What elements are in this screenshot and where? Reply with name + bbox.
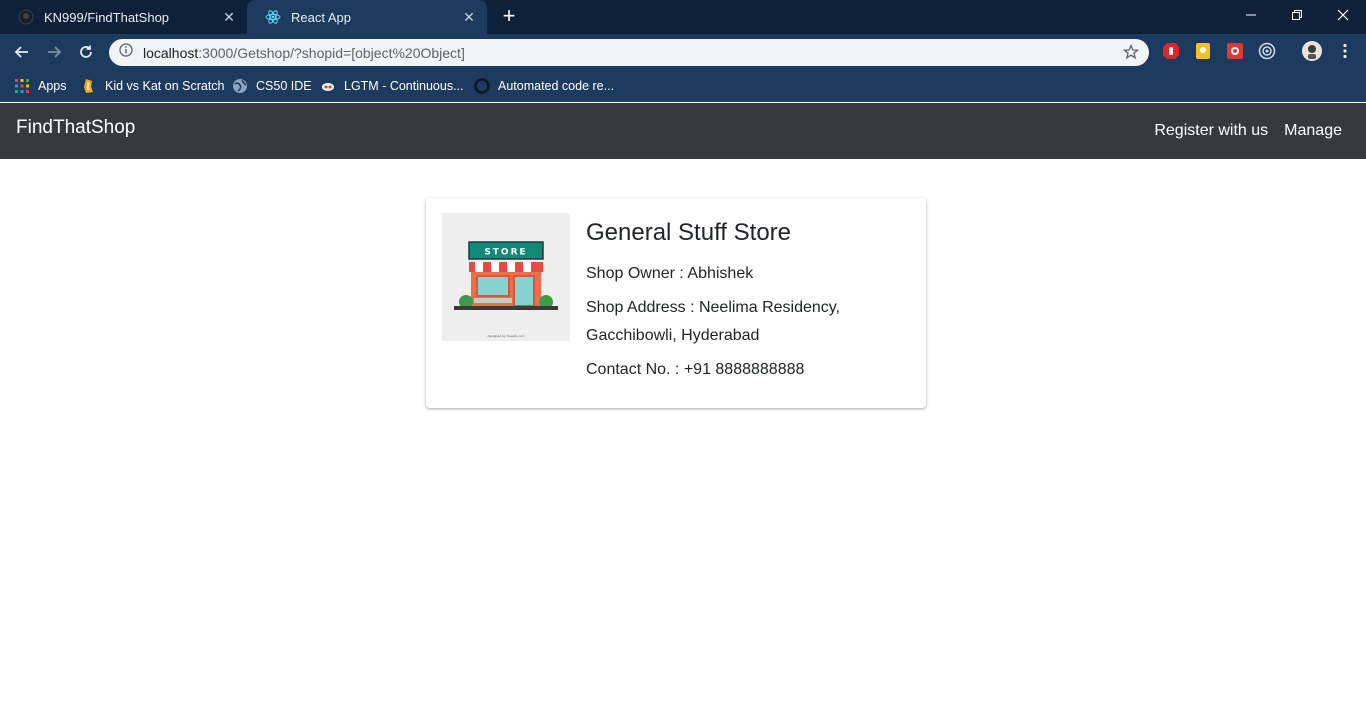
address-bar[interactable]: localhost:3000/Getshop/?shopid=[object%2… [109, 39, 1149, 66]
back-button[interactable] [8, 38, 36, 66]
avatar[interactable] [1302, 41, 1322, 61]
bookmarks-bar: Apps Kid vs Kat on Scratch CS50 IDE LGTM… [0, 70, 1366, 102]
apps-grid-icon [14, 78, 30, 94]
tab-react-app[interactable]: React App ✕ [247, 0, 487, 34]
codacy-icon [474, 78, 490, 94]
shop-name: General Stuff Store [586, 219, 792, 246]
minimize-icon [1246, 14, 1256, 16]
register-link[interactable]: Register with us [1154, 122, 1268, 140]
nav-links: Register with us Manage [1154, 122, 1342, 140]
close-icon[interactable]: ✕ [461, 9, 477, 25]
react-icon [265, 9, 281, 25]
bookmark-label: LGTM - Continuous... [344, 79, 464, 93]
arrow-left-icon [14, 46, 28, 58]
github-icon [18, 9, 34, 25]
close-window-button[interactable] [1320, 0, 1366, 30]
extension-red-icon[interactable] [1226, 42, 1244, 60]
bookmark-label: Apps [38, 79, 67, 93]
url-path: :3000/Getshop/?shopid=[object%20Object] [198, 44, 465, 61]
bookmark-kid-vs-kat[interactable]: Kid vs Kat on Scratch [81, 76, 225, 96]
close-icon [1337, 9, 1349, 21]
app-navbar: FindThatShop Register with us Manage [0, 103, 1366, 159]
star-icon[interactable] [1122, 43, 1140, 60]
reload-icon [80, 45, 92, 58]
restore-icon [1292, 10, 1302, 20]
store-sign-text: STORE [484, 248, 527, 258]
bookmark-lgtm[interactable]: LGTM - Continuous... [320, 76, 464, 96]
adblock-icon[interactable] [1162, 42, 1180, 60]
tab-title: KN999/FindThatShop [44, 9, 170, 25]
restore-button[interactable] [1274, 0, 1320, 30]
bookmark-cs50-ide[interactable]: CS50 IDE [232, 76, 312, 96]
shop-contact: Contact No. : +91 8888888888 [586, 361, 805, 378]
close-icon[interactable]: ✕ [221, 9, 237, 25]
tab-github[interactable]: KN999/FindThatShop ✕ [0, 0, 247, 34]
shop-owner: Shop Owner : Abhishek [586, 265, 754, 282]
shop-info: General Stuff Store Shop Owner : Abhishe… [586, 218, 906, 390]
lgtm-icon [320, 78, 336, 94]
forward-button[interactable] [40, 38, 68, 66]
manage-link[interactable]: Manage [1284, 122, 1342, 140]
tab-strip: KN999/FindThatShop ✕ React App ✕ + [0, 0, 1366, 34]
info-icon[interactable] [119, 43, 133, 62]
bookmark-label: Automated code re... [498, 79, 615, 93]
tab-title: React App [291, 9, 351, 25]
target-icon[interactable] [1258, 42, 1276, 60]
reload-button[interactable] [72, 38, 100, 66]
shop-card: STORE designed by freepik.com General St… [426, 198, 926, 408]
arrow-right-icon [48, 46, 62, 58]
new-tab-button[interactable]: + [498, 5, 520, 28]
minimize-button[interactable] [1228, 0, 1274, 30]
menu-dots-icon[interactable] [1336, 42, 1354, 60]
url-text: localhost:3000/Getshop/?shopid=[object%2… [143, 45, 465, 61]
brand-link[interactable]: FindThatShop [16, 117, 135, 139]
image-credit: designed by freepik.com [487, 334, 524, 338]
url-host: localhost [143, 44, 199, 61]
bookmark-label: CS50 IDE [256, 79, 312, 93]
store-image: STORE designed by freepik.com [442, 213, 570, 341]
bookmark-apps[interactable]: Apps [14, 76, 67, 96]
globe-icon [232, 78, 248, 94]
scratch-icon [81, 78, 97, 94]
bookmark-label: Kid vs Kat on Scratch [105, 79, 225, 93]
bookmark-automated-code[interactable]: Automated code re... [474, 76, 614, 96]
keep-icon[interactable] [1194, 42, 1212, 60]
shop-address: Shop Address : Neelima Residency, Gacchi… [586, 299, 841, 344]
